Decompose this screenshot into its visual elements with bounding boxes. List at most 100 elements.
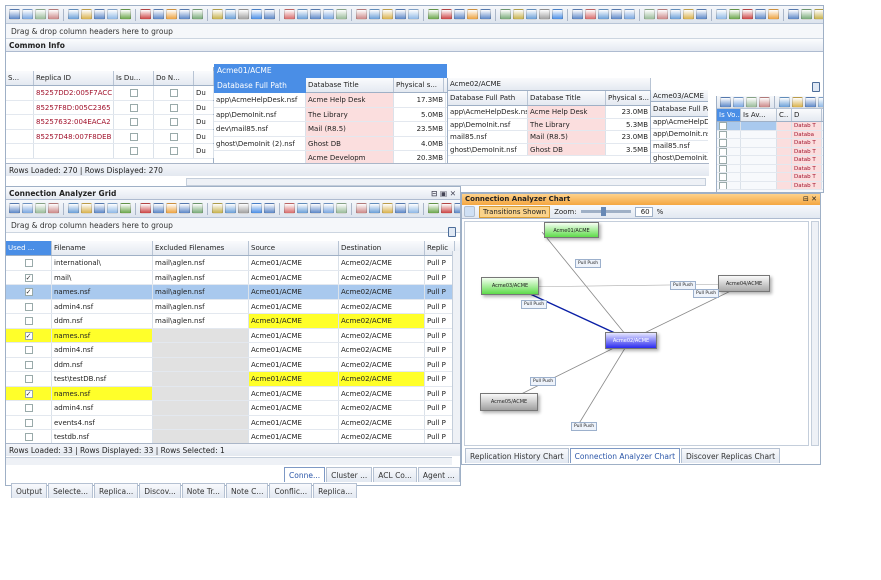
toolbar-button-icon[interactable] [297, 9, 308, 20]
server3-name[interactable]: Acme03/ACME [651, 90, 708, 101]
col-replication[interactable]: Replic [425, 241, 455, 255]
toolbar-button-icon[interactable] [238, 9, 249, 20]
table-row[interactable]: ✓ names.nsf Acme01/ACME Acme02/ACME Pull P [6, 386, 460, 401]
toolbar-button-icon[interactable] [408, 203, 419, 214]
grid-vscrollbar[interactable] [452, 251, 460, 447]
zoom-value[interactable]: 60 [634, 206, 653, 217]
node-acme01[interactable]: Acme01/ACME [544, 222, 599, 238]
toolbar-button-icon[interactable] [729, 9, 740, 20]
toolbar-button-icon[interactable] [395, 9, 406, 20]
side-check-cell[interactable] [717, 147, 741, 155]
toolbar-button-icon[interactable] [720, 96, 731, 108]
toolbar-button-icon[interactable] [585, 9, 596, 20]
toolbar-button-icon[interactable] [35, 203, 46, 214]
tab-3[interactable]: Discov... [139, 483, 181, 498]
col-excluded[interactable]: Excluded Filenames [153, 241, 249, 255]
toolbar-button-icon[interactable] [107, 203, 118, 214]
toolbar-button-icon[interactable] [81, 203, 92, 214]
toolbar-button-icon[interactable] [323, 203, 334, 214]
toolbar-button-icon[interactable] [395, 203, 406, 214]
used-cell[interactable] [6, 401, 52, 415]
toolbar-button-icon[interactable] [369, 203, 380, 214]
is-duplicate-cell[interactable] [114, 86, 154, 100]
toolbar-button-icon[interactable] [454, 9, 465, 20]
toolbar-button-icon[interactable] [212, 203, 223, 214]
side-check-cell[interactable] [717, 181, 741, 189]
grid-trash-icon[interactable] [448, 227, 456, 237]
table-row[interactable]: ghost\DemoInit (2).nsf Ghost DB 4.0MB [214, 136, 447, 151]
side-check-cell[interactable] [717, 139, 741, 147]
checkbox[interactable] [719, 181, 727, 189]
side-row[interactable]: Datab T [717, 147, 823, 156]
checkbox[interactable]: ✓ [24, 331, 33, 340]
side-check-cell[interactable] [717, 122, 741, 130]
checkbox[interactable] [169, 147, 178, 155]
chart-canvas[interactable]: Acme01/ACME Acme03/ACME Acme02/ACME Acme… [464, 221, 809, 446]
toolbar-button-icon[interactable] [310, 203, 321, 214]
is-duplicate-cell[interactable] [114, 115, 154, 129]
table-row[interactable]: mail85.nsf Mail (R8.5) 23.0MB [448, 131, 651, 144]
server1-size-header[interactable]: Physical s... [394, 78, 444, 92]
tab-0[interactable]: Output [11, 483, 48, 498]
side-check-cell[interactable] [717, 164, 741, 172]
node-acme05[interactable]: Acme05/ACME [480, 393, 538, 411]
toolbar-button-icon[interactable] [336, 9, 347, 20]
table-row[interactable]: 85257D48:007F8DEB Du [6, 129, 214, 144]
used-cell[interactable]: ✓ [6, 386, 52, 400]
tab-2[interactable]: Discover Replicas Chart [681, 448, 781, 463]
toolbar-button-icon[interactable] [356, 9, 367, 20]
tab-7[interactable]: Replica... [313, 483, 358, 498]
server2-path-header[interactable]: Database Full Path [448, 91, 528, 105]
toolbar-button-icon[interactable] [212, 9, 223, 20]
toolbar-button-icon[interactable] [81, 9, 92, 20]
table-row[interactable]: test\testDB.nsf Acme01/ACME Acme02/ACME Pul… [6, 372, 460, 387]
tab-4[interactable]: Note Tr... [181, 483, 225, 498]
tab-1[interactable]: Cluster ... [326, 467, 373, 482]
checkbox[interactable] [129, 89, 138, 97]
server1-title-header[interactable]: Database Title [306, 78, 394, 92]
side-row[interactable]: Datab T [717, 139, 823, 148]
checkbox[interactable] [24, 404, 33, 412]
checkbox[interactable] [719, 122, 727, 130]
toolbar-button-icon[interactable] [500, 9, 511, 20]
toolbar-button-icon[interactable] [755, 9, 766, 20]
toolbar-button-icon[interactable] [22, 9, 33, 20]
used-cell[interactable]: ✓ [6, 328, 52, 342]
tab-2[interactable]: ACL Co... [373, 467, 417, 482]
toolbar-button-icon[interactable] [768, 9, 779, 20]
table-row[interactable]: app\DemoInit.nsf The Library 5.3MB [448, 118, 651, 131]
checkbox[interactable]: ✓ [24, 273, 33, 282]
side-check-cell[interactable] [717, 130, 741, 138]
table-row[interactable]: app\AcmeHelpDesk.nsf Acme Help Desk 17.3MB [214, 93, 447, 108]
table-row[interactable]: events4.nsf Acme01/ACME Acme02/ACME Pull P [6, 415, 460, 430]
is-duplicate-cell[interactable] [114, 144, 154, 158]
table-row[interactable]: admin4.nsf mail\aglen.nsf Acme01/ACME Acme0… [6, 299, 460, 314]
table-row[interactable]: ghost\DemoInit.nsf [651, 153, 708, 163]
server2-name[interactable]: Acme02/ACME [448, 78, 651, 90]
toolbar-button-icon[interactable] [68, 9, 79, 20]
toolbar-button-icon[interactable] [696, 9, 707, 20]
toolbar-button-icon[interactable] [801, 9, 812, 20]
toolbar-button-icon[interactable] [284, 203, 295, 214]
toolbar-button-icon[interactable] [408, 9, 419, 20]
transitions-shown-button[interactable]: Transitions Shown [479, 205, 551, 218]
checkbox[interactable] [24, 375, 33, 383]
toolbar-button-icon[interactable] [552, 9, 563, 20]
table-row[interactable]: app\DemoInit.nsf The Library 5.0MB [214, 107, 447, 122]
toolbar-button-icon[interactable] [336, 203, 347, 214]
table-row[interactable]: Du [6, 144, 214, 159]
toolbar-button-icon[interactable] [441, 203, 452, 214]
side-row[interactable]: Datab T [717, 164, 823, 173]
toolbar-button-icon[interactable] [733, 96, 744, 108]
toolbar-button-icon[interactable] [670, 9, 681, 20]
toolbar-button-icon[interactable] [120, 203, 131, 214]
used-cell[interactable] [6, 299, 52, 313]
toolbar-button-icon[interactable] [35, 9, 46, 20]
side-row[interactable]: Datab T [717, 173, 823, 182]
checkbox[interactable] [719, 130, 727, 138]
toolbar-button-icon[interactable] [238, 203, 249, 214]
toolbar-button-icon[interactable] [539, 9, 550, 20]
toolbar-button-icon[interactable] [441, 9, 452, 20]
zoom-slider[interactable] [580, 207, 631, 216]
toolbar-button-icon[interactable] [94, 203, 105, 214]
